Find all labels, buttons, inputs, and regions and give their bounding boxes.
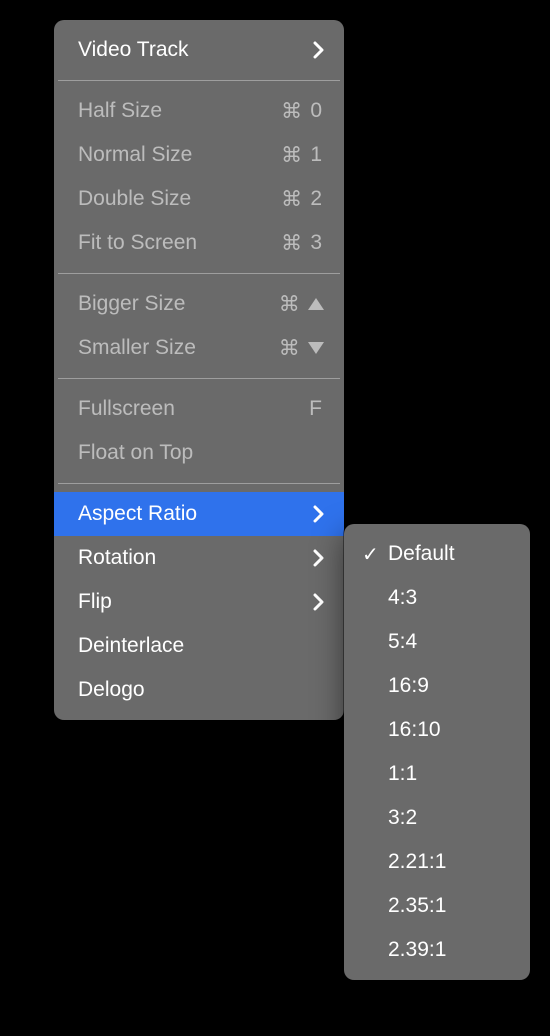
submenu-item-label: 1:1 bbox=[388, 762, 510, 786]
menu-item-video-track[interactable]: Video Track bbox=[54, 28, 344, 72]
menu-item-label: Smaller Size bbox=[78, 336, 269, 360]
menu-separator bbox=[58, 483, 340, 484]
menu-item-shortcut: ⌘ 3 bbox=[281, 231, 324, 256]
chevron-right-icon bbox=[313, 41, 324, 59]
command-key-icon: ⌘ bbox=[281, 143, 304, 168]
menu-item-double-size[interactable]: Double Size ⌘ 2 bbox=[54, 177, 344, 221]
menu-item-rotation[interactable]: Rotation bbox=[54, 536, 344, 580]
submenu-item-ar-4-3[interactable]: 4:3 bbox=[344, 576, 530, 620]
menu-item-flip[interactable]: Flip bbox=[54, 580, 344, 624]
menu-item-label: Video Track bbox=[78, 38, 303, 62]
menu-separator bbox=[58, 273, 340, 274]
submenu-item-ar-235-1[interactable]: 2.35:1 bbox=[344, 884, 530, 928]
menu-item-shortcut: ⌘ 1 bbox=[281, 143, 324, 168]
menu-item-delogo[interactable]: Delogo bbox=[54, 668, 344, 712]
submenu-item-ar-16-10[interactable]: 16:10 bbox=[344, 708, 530, 752]
shortcut-key: 0 bbox=[310, 99, 324, 123]
menu-item-normal-size[interactable]: Normal Size ⌘ 1 bbox=[54, 133, 344, 177]
menu-item-deinterlace[interactable]: Deinterlace bbox=[54, 624, 344, 668]
menu-item-bigger-size[interactable]: Bigger Size ⌘ bbox=[54, 282, 344, 326]
submenu-item-label: 16:10 bbox=[388, 718, 510, 742]
submenu-item-ar-1-1[interactable]: 1:1 bbox=[344, 752, 530, 796]
menu-item-half-size[interactable]: Half Size ⌘ 0 bbox=[54, 89, 344, 133]
menu-item-label: Double Size bbox=[78, 187, 271, 211]
submenu-item-label: 2.35:1 bbox=[388, 894, 510, 918]
menu-item-shortcut: ⌘ bbox=[279, 336, 324, 361]
triangle-down-icon bbox=[308, 342, 324, 354]
submenu-item-ar-default[interactable]: ✓Default bbox=[344, 532, 530, 576]
menu-item-label: Fullscreen bbox=[78, 397, 299, 421]
menu-item-shortcut: ⌘ 2 bbox=[281, 187, 324, 212]
aspect-ratio-submenu: ✓Default 4:3 5:4 16:9 16:10 1:1 3:2 2.21:1 2.35:… bbox=[344, 524, 530, 980]
chevron-right-icon bbox=[313, 593, 324, 611]
menu-item-fit-screen[interactable]: Fit to Screen ⌘ 3 bbox=[54, 221, 344, 265]
menu-item-smaller-size[interactable]: Smaller Size ⌘ bbox=[54, 326, 344, 370]
command-key-icon: ⌘ bbox=[279, 292, 302, 317]
menu-separator bbox=[58, 80, 340, 81]
menu-item-label: Delogo bbox=[78, 678, 324, 702]
chevron-right-icon bbox=[313, 549, 324, 567]
submenu-item-label: Default bbox=[388, 542, 510, 566]
submenu-item-ar-16-9[interactable]: 16:9 bbox=[344, 664, 530, 708]
menu-item-shortcut: ⌘ 0 bbox=[281, 99, 324, 124]
menu-item-shortcut: ⌘ bbox=[279, 292, 324, 317]
submenu-item-label: 16:9 bbox=[388, 674, 510, 698]
submenu-item-label: 5:4 bbox=[388, 630, 510, 654]
command-key-icon: ⌘ bbox=[281, 99, 304, 124]
menu-item-shortcut: F bbox=[309, 397, 324, 421]
menu-item-fullscreen[interactable]: Fullscreen F bbox=[54, 387, 344, 431]
submenu-item-ar-3-2[interactable]: 3:2 bbox=[344, 796, 530, 840]
menu-item-float-on-top[interactable]: Float on Top bbox=[54, 431, 344, 475]
menu-item-label: Bigger Size bbox=[78, 292, 269, 316]
submenu-item-label: 2.21:1 bbox=[388, 850, 510, 874]
menu-item-label: Deinterlace bbox=[78, 634, 324, 658]
shortcut-key: 3 bbox=[310, 231, 324, 255]
menu-item-label: Float on Top bbox=[78, 441, 324, 465]
menu-item-label: Fit to Screen bbox=[78, 231, 271, 255]
checkmark-icon: ✓ bbox=[362, 542, 388, 567]
submenu-item-label: 3:2 bbox=[388, 806, 510, 830]
command-key-icon: ⌘ bbox=[279, 336, 302, 361]
shortcut-key: F bbox=[309, 397, 324, 421]
command-key-icon: ⌘ bbox=[281, 231, 304, 256]
menu-separator bbox=[58, 378, 340, 379]
menu-item-aspect-ratio[interactable]: Aspect Ratio bbox=[54, 492, 344, 536]
triangle-up-icon bbox=[308, 298, 324, 310]
menu-item-label: Rotation bbox=[78, 546, 303, 570]
submenu-item-label: 2.39:1 bbox=[388, 938, 510, 962]
shortcut-key: 2 bbox=[310, 187, 324, 211]
submenu-item-label: 4:3 bbox=[388, 586, 510, 610]
menu-item-label: Normal Size bbox=[78, 143, 271, 167]
submenu-item-ar-221-1[interactable]: 2.21:1 bbox=[344, 840, 530, 884]
command-key-icon: ⌘ bbox=[281, 187, 304, 212]
chevron-right-icon bbox=[313, 505, 324, 523]
video-context-menu: Video Track Half Size ⌘ 0 Normal Size ⌘ 1 Dou… bbox=[54, 20, 344, 720]
shortcut-key: 1 bbox=[310, 143, 324, 167]
menu-item-label: Aspect Ratio bbox=[78, 502, 303, 526]
submenu-item-ar-5-4[interactable]: 5:4 bbox=[344, 620, 530, 664]
submenu-item-ar-239-1[interactable]: 2.39:1 bbox=[344, 928, 530, 972]
menu-item-label: Half Size bbox=[78, 99, 271, 123]
menu-item-label: Flip bbox=[78, 590, 303, 614]
